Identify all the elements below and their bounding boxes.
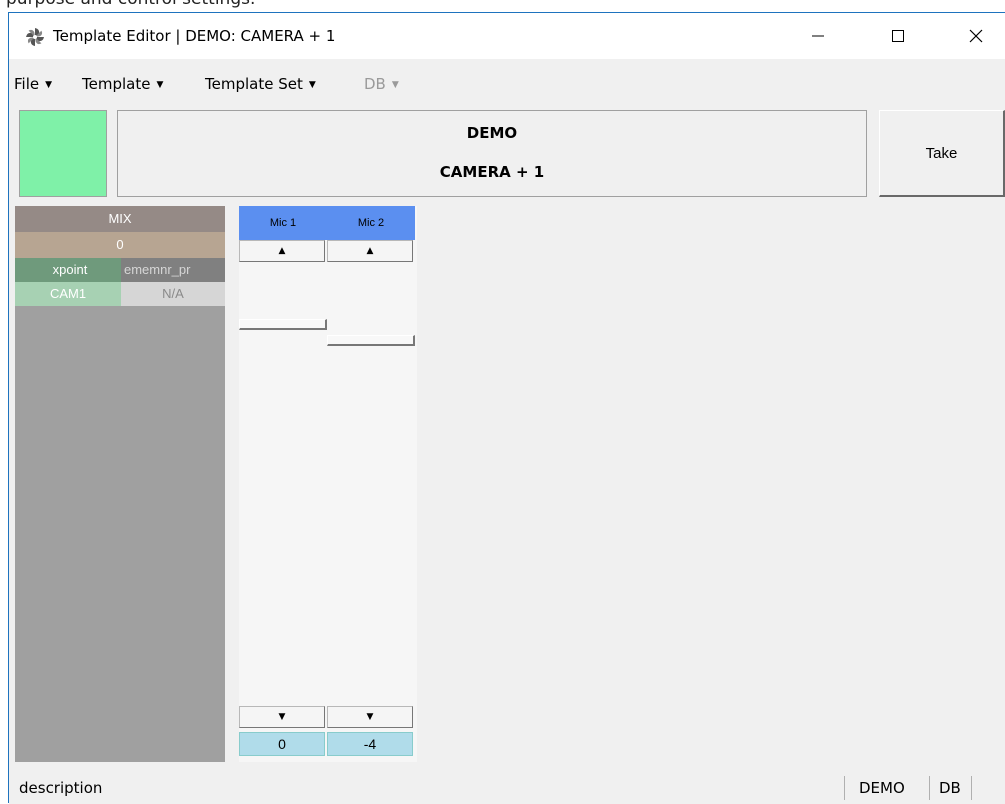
caret-down-icon: ▼ [308,80,316,90]
close-icon [969,29,983,43]
mic2-label: Mic 2 [327,206,415,240]
mic2-down-button[interactable]: ▼ [327,706,413,728]
maximize-icon [892,30,904,42]
arrow-up-icon: ▲ [278,246,286,256]
menu-bar: File ▼ Template ▼ Template Set ▼ DB ▼ [9,59,1005,107]
mic2-fader-thumb[interactable] [327,335,415,346]
mix-title: MIX [15,206,225,232]
caret-down-icon: ▼ [391,80,399,90]
status-separator [929,776,930,800]
window-title: Template Editor | DEMO: CAMERA + 1 [53,27,336,45]
menu-file-label: File [14,75,40,93]
template-editor-window: Template Editor | DEMO: CAMERA + 1 File ▼… [8,12,1005,804]
status-description: description [19,779,103,797]
minimize-button[interactable] [795,13,841,59]
maximize-button[interactable] [875,13,921,59]
minimize-icon [812,35,824,37]
mic1-up-button[interactable]: ▲ [239,240,325,262]
mix-value[interactable]: 0 [15,232,225,258]
mix-column-xpoint: xpoint [15,258,121,282]
caret-down-icon: ▼ [45,80,53,90]
arrow-down-icon: ▼ [278,712,286,722]
status-db: DB [939,779,961,797]
status-separator [971,776,972,800]
mix-cell-ememnr[interactable]: N/A [121,282,225,306]
mic2-value[interactable]: -4 [327,732,413,756]
menu-db[interactable]: DB ▼ [364,75,399,93]
menu-template-label: Template [82,75,151,93]
status-bar: description DEMO DB [9,770,1005,804]
status-template-set: DEMO [859,779,905,797]
template-set-name: DEMO [466,124,518,142]
mic1-fader-thumb[interactable] [239,319,327,330]
mix-cell-xpoint[interactable]: CAM1 [15,282,121,306]
mic-faders: Mic 1 Mic 2 ▲ ▲ ▼ ▼ 0 -4 [239,206,417,762]
take-button[interactable]: Take [879,110,1005,197]
pinwheel-icon [26,28,44,46]
arrow-down-icon: ▼ [366,712,374,722]
mic1-value[interactable]: 0 [239,732,325,756]
title-bar[interactable]: Template Editor | DEMO: CAMERA + 1 [9,13,1005,59]
template-name: CAMERA + 1 [439,163,545,181]
menu-template[interactable]: Template ▼ [82,75,163,93]
menu-template-set-label: Template Set [205,75,303,93]
mic1-down-button[interactable]: ▼ [239,706,325,728]
caret-down-icon: ▼ [156,80,164,90]
arrow-up-icon: ▲ [366,246,374,256]
background-text: purpose and control settings. [6,0,255,9]
mic1-label: Mic 1 [239,206,327,240]
menu-template-set[interactable]: Template Set ▼ [205,75,316,93]
mic2-up-button[interactable]: ▲ [327,240,413,262]
background-text-fragment: purpose and control settings. [0,0,1005,12]
menu-file[interactable]: File ▼ [14,75,52,93]
close-button[interactable] [953,13,999,59]
template-color-swatch [19,110,107,197]
mix-column-ememnr: ememnr_pr [121,258,225,282]
status-separator [844,776,845,800]
menu-db-label: DB [364,75,386,93]
template-title-panel: DEMO CAMERA + 1 [117,110,867,197]
mix-panel: MIX 0 xpoint ememnr_pr CAM1 N/A [15,206,225,762]
